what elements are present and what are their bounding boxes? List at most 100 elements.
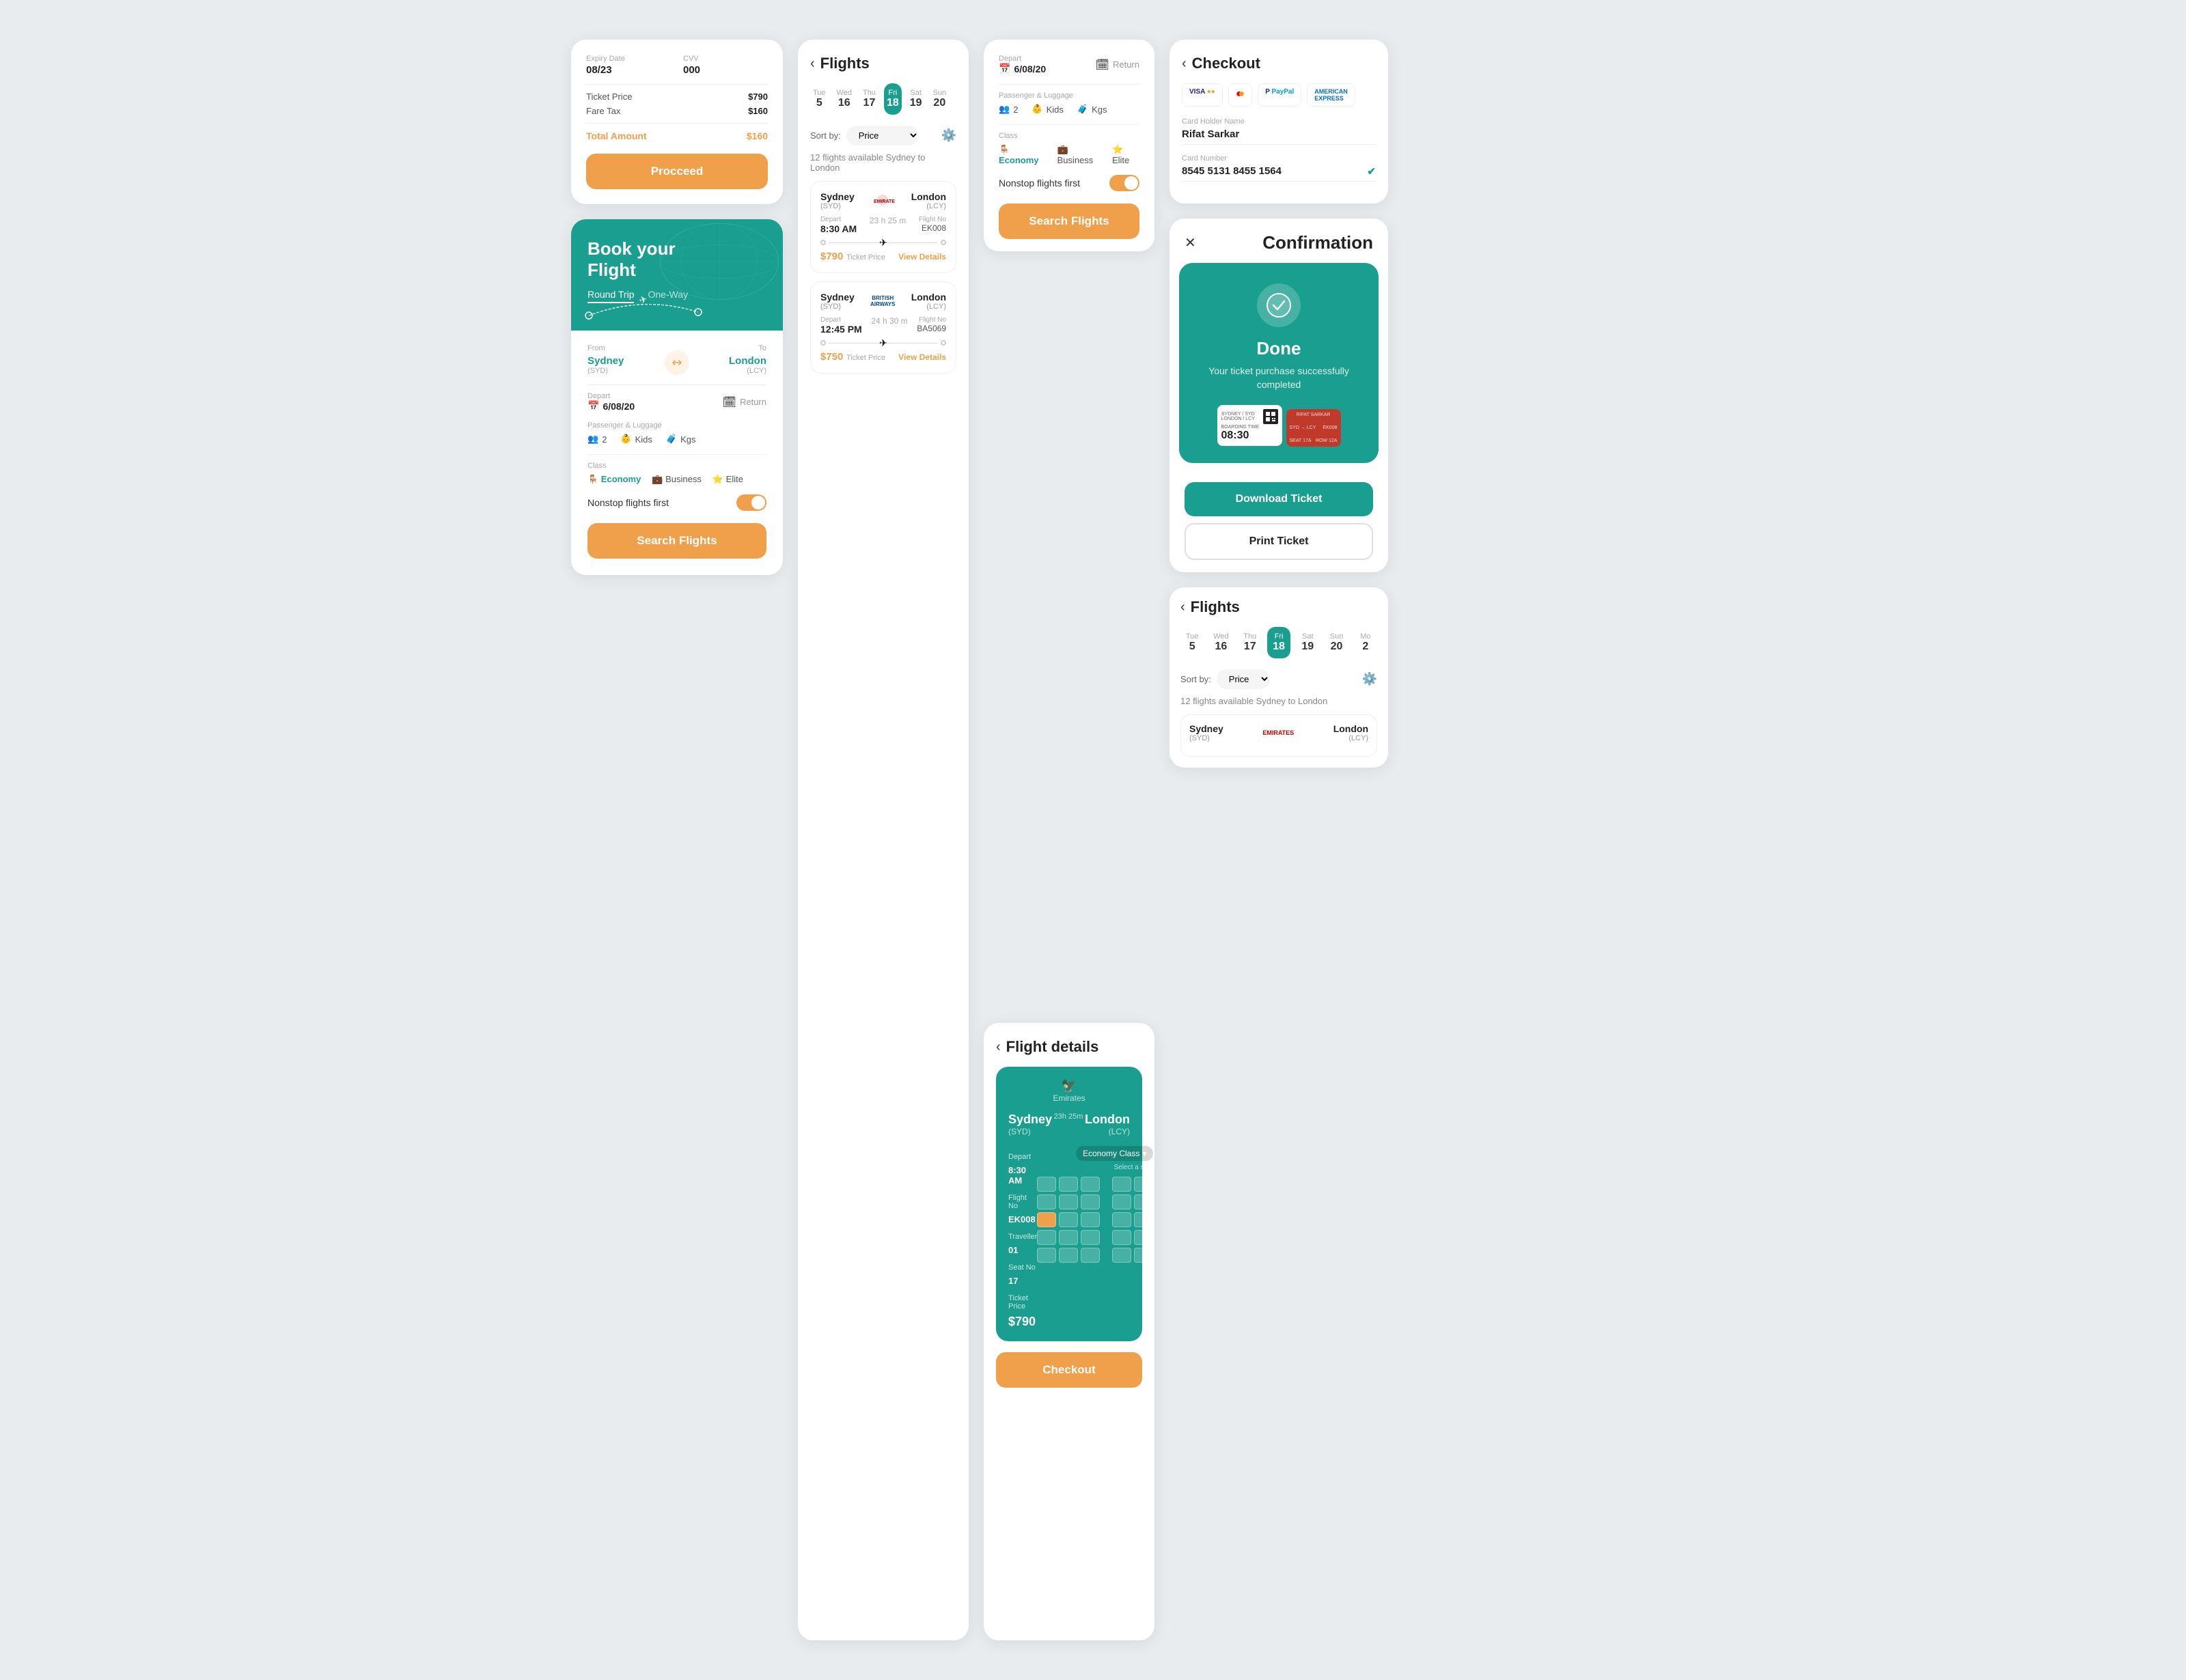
- sf-class-economy[interactable]: 🪑 Economy: [999, 144, 1047, 165]
- close-icon[interactable]: ✕: [1185, 234, 1196, 251]
- pax-count: 👥 2: [587, 434, 607, 445]
- fd-back-arrow[interactable]: ‹: [996, 1039, 1001, 1055]
- payment-card: Expiry Date 08/23 CVV 000 Ticket Price $…: [571, 40, 783, 204]
- sf-return-date[interactable]: 🗓Return: [1096, 58, 1139, 72]
- fl1-from-city: Sydney: [820, 191, 855, 202]
- fd-from-city: Sydney: [1008, 1112, 1052, 1127]
- to-city: London: [697, 355, 766, 367]
- sf-class-business[interactable]: 💼 Business: [1057, 144, 1101, 165]
- mastercard-badge[interactable]: ●●: [1228, 83, 1252, 107]
- search-flights-button[interactable]: Search Flights: [587, 523, 766, 559]
- class-label: Class: [587, 462, 766, 470]
- fd-traveller-label: Traveller: [1008, 1233, 1037, 1241]
- fare-tax-value: $160: [748, 106, 768, 116]
- fl1-duration: 23 h 25 m: [870, 216, 906, 225]
- fl2-to-city: London: [911, 292, 946, 303]
- nonstop-label: Nonstop flights first: [587, 497, 669, 508]
- sf-search-btn[interactable]: Search Flights: [999, 204, 1139, 239]
- from-city: Sydney: [587, 355, 656, 367]
- mini-flights-card: ‹ Flights Tue5 Wed16 Thu17 Fri18 Sat19 S…: [1170, 587, 1388, 768]
- checkout-back-arrow[interactable]: ‹: [1182, 56, 1187, 72]
- sf-class-elite[interactable]: ⭐ Elite: [1112, 144, 1139, 165]
- flights-count: 12 flights available Sydney to London: [810, 152, 956, 173]
- fd-airline: 🦅 Emirates: [1008, 1079, 1130, 1103]
- fd-flight-no: EK008: [1008, 1214, 1037, 1224]
- fd-depart-time: 8:30 AM: [1008, 1165, 1037, 1186]
- mini-date-thu[interactable]: Thu17: [1239, 627, 1262, 658]
- nonstop-toggle[interactable]: [736, 494, 766, 511]
- fd-duration: 23h 25m: [1054, 1112, 1083, 1121]
- from-label: From: [587, 344, 656, 352]
- mini-date-fri[interactable]: Fri18: [1267, 627, 1290, 658]
- sf-class-label: Class: [999, 132, 1139, 140]
- paypal-badge[interactable]: P PayPal: [1258, 83, 1301, 107]
- checkout-title: Checkout: [1192, 55, 1260, 72]
- done-sub: Your ticket purchase successfully comple…: [1193, 365, 1365, 391]
- fd-teal-panel: 🦅 Emirates Sydney (SYD) 23h 25m London (…: [996, 1067, 1142, 1341]
- mini-date-sun[interactable]: Sun20: [1325, 627, 1348, 658]
- date-mo[interactable]: Mo2: [954, 83, 956, 115]
- fd-depart-label: Depart: [1008, 1153, 1031, 1161]
- flights-title: Flights: [820, 55, 870, 72]
- mini-flight-item: Sydney (SYD) EMIRATES London (LCY): [1180, 714, 1377, 757]
- sf-depart-label: Depart: [999, 55, 1046, 63]
- class-economy[interactable]: 🪑 Economy: [587, 474, 641, 485]
- date-sun-20[interactable]: Sun20: [930, 83, 950, 115]
- card-number-value[interactable]: 8545 5131 8455 1564 ✔: [1182, 165, 1376, 182]
- sf-depart-date[interactable]: 📅 6/08/20: [999, 63, 1046, 74]
- checkout-button[interactable]: Checkout: [996, 1352, 1142, 1388]
- download-ticket-button[interactable]: Download Ticket: [1185, 482, 1373, 516]
- mini-sort-select[interactable]: Price: [1217, 669, 1270, 689]
- sort-label: Sort by:: [810, 130, 841, 141]
- fl1-price: $790: [820, 251, 843, 262]
- date-sat-19[interactable]: Sat19: [907, 83, 925, 115]
- return-date[interactable]: 🗓Return: [723, 395, 766, 409]
- back-arrow-icon[interactable]: ‹: [810, 56, 815, 72]
- class-elite[interactable]: ⭐ Elite: [712, 474, 743, 485]
- mini-sort-label: Sort by:: [1180, 674, 1211, 684]
- ticket-white: SYDNEY / SYD LONDON / LCY: [1217, 405, 1282, 446]
- mini-date-picker: Tue5 Wed16 Thu17 Fri18 Sat19 Sun20 Mo2: [1180, 627, 1377, 658]
- filter-icon[interactable]: ⚙️: [941, 128, 956, 143]
- confirmation-title: Confirmation: [1262, 232, 1373, 253]
- total-amount: $160: [747, 130, 768, 141]
- sf-nonstop-toggle[interactable]: [1109, 175, 1139, 191]
- mini-date-mo[interactable]: Mo2: [1354, 627, 1377, 658]
- date-thu-17[interactable]: Thu17: [860, 83, 878, 115]
- depart-label: Depart: [587, 392, 635, 400]
- mini-fl-airline: EMIRATES: [1262, 729, 1294, 736]
- pax-kids: 👶 Kids: [620, 434, 652, 445]
- depart-date[interactable]: 📅 6/08/20: [587, 400, 635, 412]
- swap-icon[interactable]: [665, 350, 689, 375]
- mini-date-tue[interactable]: Tue5: [1180, 627, 1204, 658]
- fl1-view-details[interactable]: View Details: [898, 252, 946, 262]
- mini-date-wed[interactable]: Wed16: [1209, 627, 1232, 658]
- card-holder-value[interactable]: Rifat Sarkar: [1182, 128, 1376, 145]
- sf-pax-kids: 👶 Kids: [1032, 104, 1063, 115]
- fd-title: Flight details: [1006, 1038, 1099, 1056]
- print-ticket-button[interactable]: Print Ticket: [1185, 523, 1373, 560]
- one-way-tab[interactable]: One-Way: [648, 289, 688, 303]
- ticket-red: RIFAT SARKAR SYD → LCY EK008 SEAT 17A RO…: [1286, 409, 1341, 447]
- date-tue-5[interactable]: Tue5: [810, 83, 829, 115]
- flight-item-1: Sydney (SYD) EMIRATES London (LCY) Depar…: [810, 181, 956, 273]
- mini-filter-icon[interactable]: ⚙️: [1362, 672, 1377, 686]
- fd-price-label: Ticket Price: [1008, 1294, 1037, 1311]
- mini-back-arrow[interactable]: ‹: [1180, 600, 1185, 615]
- economy-class-badge[interactable]: Economy Class ▾: [1076, 1146, 1153, 1161]
- cvv-label: CVV: [683, 55, 768, 63]
- fl2-view-details[interactable]: View Details: [898, 352, 946, 362]
- ticket-preview: SYDNEY / SYD LONDON / LCY: [1193, 405, 1365, 447]
- ticket-price-value: $790: [748, 92, 768, 102]
- amex-badge[interactable]: AMERICANEXPRESS: [1307, 83, 1355, 107]
- seat-select-label: Select a seat: [1037, 1164, 1153, 1171]
- date-wed-16[interactable]: Wed16: [834, 83, 855, 115]
- mini-fl-from: Sydney: [1189, 723, 1223, 734]
- class-business[interactable]: 💼 Business: [652, 474, 702, 485]
- qr-code-icon: [1263, 409, 1278, 424]
- date-fri-18[interactable]: Fri18: [884, 83, 902, 115]
- mini-date-sat[interactable]: Sat19: [1296, 627, 1319, 658]
- sort-select[interactable]: Price Duration Departure: [846, 126, 919, 145]
- proceed-button[interactable]: Procceed: [586, 154, 768, 189]
- visa-badge[interactable]: VISA ●●: [1182, 83, 1223, 107]
